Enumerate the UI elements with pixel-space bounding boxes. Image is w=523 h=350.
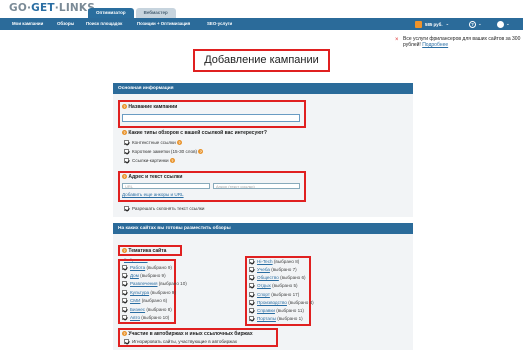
nav-search-sites[interactable]: Поиск площадок	[86, 21, 122, 26]
checkbox[interactable]	[124, 149, 129, 155]
promo-link[interactable]: Подробнее	[422, 42, 448, 48]
topic-item[interactable]: Учеба (выбрано 7)	[249, 267, 297, 273]
help-icon[interactable]: ?	[169, 158, 175, 164]
allow-change-text[interactable]: Разрешать склонять текст ссылки	[124, 206, 204, 212]
anchor-input[interactable]: Анкор (текст ссылки)	[213, 183, 300, 189]
section-basic-info-header: Основная информация	[113, 83, 413, 94]
checkbox[interactable]	[124, 140, 129, 146]
url-input[interactable]: URL	[122, 183, 210, 189]
checkbox[interactable]	[122, 265, 127, 271]
user-menu[interactable]: ⌄	[497, 19, 510, 29]
checkbox[interactable]	[249, 316, 254, 322]
topic-item[interactable]: Справки (выбрано 11)	[249, 308, 304, 314]
logo[interactable]: GO·GET·LINKS	[9, 2, 95, 14]
add-anchors-link[interactable]: Добавить еще анкоры и URL	[122, 192, 184, 197]
topic-item[interactable]: Порталы (выбрано 1)	[249, 316, 303, 322]
campaign-name-input[interactable]	[122, 114, 300, 122]
checkbox[interactable]	[249, 283, 254, 289]
rss-icon	[415, 20, 422, 28]
topic-item[interactable]: Hi-Tech (выбрано 8)	[249, 259, 299, 265]
top-bar: GO·GET·LINKS Оптимизатор Вебмастер	[0, 0, 523, 18]
review-type-context[interactable]: Контекстные ссылки ?	[124, 140, 182, 146]
question-icon: ?	[122, 174, 127, 180]
topic-item[interactable]: Дом (выбрано 9)	[122, 273, 166, 279]
section-sites-header: На каких сайтах вы готовы разместить обз…	[113, 223, 413, 234]
page-title: Добавление кампании	[204, 54, 319, 66]
checkbox[interactable]	[249, 267, 254, 273]
checkbox[interactable]	[122, 273, 127, 279]
campaign-name-label: ? Название кампании	[122, 104, 178, 110]
help-icon[interactable]: ?	[198, 149, 204, 155]
checkbox[interactable]	[124, 339, 129, 345]
checkbox[interactable]	[122, 290, 127, 296]
checkbox[interactable]	[249, 259, 254, 265]
help-icon[interactable]: ?	[176, 140, 182, 146]
checkbox[interactable]	[249, 292, 254, 298]
topic-item[interactable]: Работа (выбрано 9)	[122, 265, 172, 271]
exchange-label: ? Участие в автобиржах и иных ссылочных …	[122, 331, 253, 337]
question-icon: ?	[122, 104, 127, 110]
topic-item[interactable]: СМИ (выбрано 6)	[122, 298, 167, 304]
nav-positions[interactable]: Позиции + Оптимизация	[137, 21, 190, 26]
checkbox[interactable]	[122, 307, 127, 313]
topic-item[interactable]: Общество (выбрано 6)	[249, 275, 306, 281]
question-icon: ?	[122, 130, 127, 136]
role-tabs: Оптимизатор Вебмастер	[88, 8, 176, 18]
checkbox[interactable]	[122, 281, 127, 287]
review-type-short-notes[interactable]: Короткие заметки (15-30 слов) ?	[124, 149, 204, 155]
main-nav: Мои кампании Обзоры Поиск площадок Позиц…	[0, 18, 523, 30]
topic-item[interactable]: Отдых (выбрано 5)	[249, 283, 298, 289]
link-address-label: ? Адрес и текст ссылки	[122, 174, 183, 180]
ignore-exchange-sites[interactable]: Игнорировать сайты, участвующие в автоби…	[124, 339, 237, 345]
chevron-down-icon: ⌄	[506, 21, 510, 26]
checkbox[interactable]	[122, 298, 127, 304]
nav-my-campaigns[interactable]: Мои кампании	[12, 21, 43, 26]
topic-item[interactable]: Авто (выбрано 10)	[122, 315, 169, 321]
checkbox[interactable]	[249, 275, 254, 281]
tab-webmaster[interactable]: Вебмастер	[135, 8, 176, 18]
topic-item[interactable]: Культура (выбрано 9)	[122, 290, 176, 296]
topic-item[interactable]: Производство (выбрано 4)	[249, 300, 314, 306]
user-icon	[497, 20, 504, 28]
review-type-image-links[interactable]: Ссылки-картинки ?	[124, 158, 175, 164]
help-icon: ?	[469, 20, 476, 28]
nav-reviews[interactable]: Обзоры	[57, 21, 74, 26]
tab-optimizer[interactable]: Оптимизатор	[88, 8, 134, 18]
chevron-down-icon: ⌄	[445, 21, 450, 26]
page-title-box: Добавление кампании	[193, 49, 330, 72]
checkbox[interactable]	[249, 308, 254, 314]
balance-widget[interactable]: 585 руб. ⌄	[415, 19, 449, 29]
question-icon: ?	[122, 248, 127, 254]
checkbox[interactable]	[249, 300, 254, 306]
nav-seo-services[interactable]: SEO-услуги	[207, 21, 232, 26]
checkbox[interactable]	[124, 206, 129, 212]
topic-label: ? Тематика сайта	[122, 248, 167, 254]
review-types-label: ? Какие типы обзоров с вашей ссылкой вас…	[122, 130, 267, 136]
topic-item[interactable]: Развлечения (выбрано 10)	[122, 281, 187, 287]
balance-value: 585 руб.	[425, 21, 443, 27]
question-icon: ?	[122, 331, 127, 337]
topic-item[interactable]: Бизнес (выбрано 8)	[122, 307, 172, 313]
close-icon[interactable]: ×	[395, 37, 399, 43]
chevron-down-icon: ⌄	[478, 21, 482, 26]
checkbox[interactable]	[122, 315, 127, 321]
help-menu[interactable]: ? ⌄	[469, 19, 482, 29]
checkbox[interactable]	[124, 158, 129, 164]
topic-item[interactable]: Спорт (выбрано 17)	[249, 292, 299, 298]
promo-text: Все услуги фрилансеров для ваших сайтов …	[403, 36, 521, 48]
